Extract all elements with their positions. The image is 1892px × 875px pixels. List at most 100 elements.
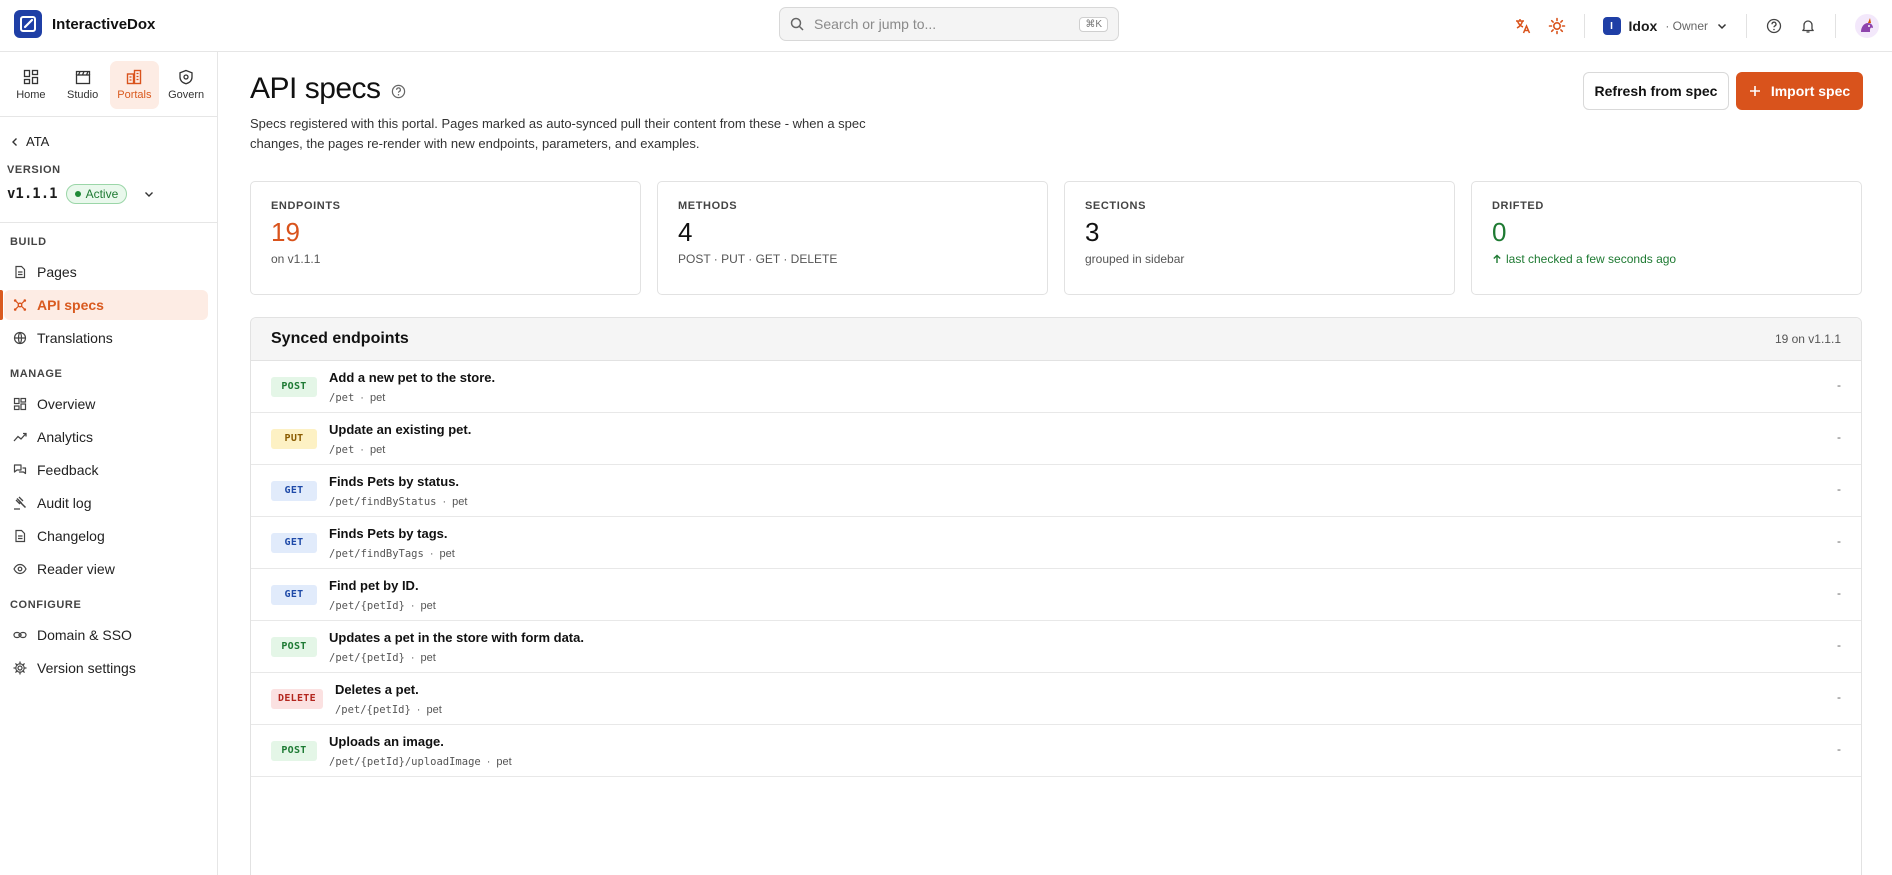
method-badge: POST xyxy=(271,740,317,761)
document-icon xyxy=(13,265,27,279)
shield-icon xyxy=(178,69,194,85)
help-icon[interactable] xyxy=(1757,9,1791,43)
version-selector[interactable]: v1.1.1 Active xyxy=(7,184,155,204)
endpoint-status: - xyxy=(1837,638,1841,652)
gavel-icon xyxy=(13,496,27,510)
import-spec-button[interactable]: Import spec xyxy=(1736,72,1863,110)
sidebar-item-domain-sso[interactable]: Domain & SSO xyxy=(4,620,208,650)
app-rail: Home Studio Portals Govern xyxy=(0,52,217,117)
sidebar-item-label: Pages xyxy=(37,264,77,280)
table-row[interactable]: GET Find pet by ID. /pet/{petId} · pet - xyxy=(251,569,1861,621)
refresh-from-spec-button[interactable]: Refresh from spec xyxy=(1583,72,1729,110)
sidebar: Home Studio Portals Govern ATA VERSION v… xyxy=(0,52,218,875)
version-label: VERSION xyxy=(7,164,61,176)
separator: · xyxy=(360,391,364,404)
stat-sub: on v1.1.1 xyxy=(271,252,321,266)
method-badge: GET xyxy=(271,532,317,553)
chevron-down-icon[interactable] xyxy=(143,188,155,200)
method-badge: GET xyxy=(271,480,317,501)
stat-sub: grouped in sidebar xyxy=(1085,252,1185,266)
sidebar-item-audit-log[interactable]: Audit log xyxy=(4,488,208,518)
rail-item-studio[interactable]: Studio xyxy=(58,61,108,109)
endpoint-status: - xyxy=(1837,378,1841,392)
table-row[interactable]: PUT Update an existing pet. /pet · pet - xyxy=(251,413,1861,465)
sidebar-item-label: Overview xyxy=(37,396,96,412)
bell-icon[interactable] xyxy=(1791,9,1825,43)
status-text: Active xyxy=(85,187,119,201)
endpoint-status: - xyxy=(1837,690,1841,704)
chevron-down-icon xyxy=(1716,20,1728,32)
gear-icon xyxy=(13,661,27,675)
rail-item-home[interactable]: Home xyxy=(6,61,56,109)
table-row[interactable]: GET Finds Pets by status. /pet/findBySta… xyxy=(251,465,1861,517)
sun-icon[interactable] xyxy=(1540,9,1574,43)
trend-line-icon xyxy=(13,430,27,444)
translate-icon[interactable] xyxy=(1506,9,1540,43)
separator: · xyxy=(416,703,421,716)
main-content: API specs Specs registered with this por… xyxy=(219,52,1892,875)
method-badge: POST xyxy=(271,376,317,397)
stat-value: 19 xyxy=(271,217,300,247)
endpoint-tag: pet xyxy=(369,443,386,456)
endpoint-status: - xyxy=(1837,482,1841,496)
endpoint-tag: pet xyxy=(452,495,468,508)
separator: · xyxy=(410,651,415,664)
back-link[interactable]: ATA xyxy=(10,134,49,149)
sidebar-item-changelog[interactable]: Changelog xyxy=(4,521,208,551)
stat-sub: POST · PUT · GET · DELETE xyxy=(678,252,838,266)
table-row[interactable]: GET Finds Pets by tags. /pet/findByTags ·… xyxy=(251,517,1861,569)
feedback-icon xyxy=(13,463,27,477)
endpoint-summary: Add a new pet to the store. xyxy=(329,369,496,385)
method-badge: DELETE xyxy=(271,688,323,709)
sidebar-item-translations[interactable]: Translations xyxy=(4,323,208,353)
sidebar-item-label: Reader view xyxy=(37,561,115,577)
sidebar-item-overview[interactable]: Overview xyxy=(4,389,208,419)
page-header: API specs xyxy=(250,72,406,106)
brand[interactable]: InteractiveDox xyxy=(14,10,155,38)
avatar[interactable] xyxy=(1852,11,1882,41)
divider xyxy=(1583,14,1585,38)
search-input[interactable]: Search or jump to... ⌘K xyxy=(779,7,1119,41)
search-icon xyxy=(790,17,804,31)
rail-item-govern[interactable]: Govern xyxy=(161,61,211,109)
endpoint-path: /pet xyxy=(329,391,355,404)
table-row[interactable]: POST Uploads an image. /pet/{petId}/uplo… xyxy=(251,725,1861,777)
method-badge: GET xyxy=(271,584,317,605)
clapperboard-icon xyxy=(75,69,91,85)
sidebar-item-version-settings[interactable]: Version settings xyxy=(4,653,208,683)
version-number: v1.1.1 xyxy=(7,186,58,202)
stat-card-endpoints: ENDPOINTS 19 on v1.1.1 xyxy=(250,181,641,295)
page-title: API specs xyxy=(250,72,381,105)
rail-item-portals[interactable]: Portals xyxy=(109,61,160,109)
sidebar-item-pages[interactable]: Pages xyxy=(4,257,208,287)
org-switcher[interactable]: I Idox · Owner xyxy=(1595,17,1736,35)
sidebar-item-api-specs[interactable]: API specs xyxy=(0,290,208,320)
arrow-up-icon xyxy=(1492,254,1502,264)
grid-icon xyxy=(13,397,27,411)
sidebar-item-label: Domain & SSO xyxy=(37,627,132,643)
sidebar-item-label: Analytics xyxy=(37,429,94,445)
endpoint-tag: pet xyxy=(420,599,436,612)
endpoints-header: Synced endpoints 19 on v1.1.1 xyxy=(251,318,1861,361)
endpoint-summary: Find pet by ID. xyxy=(329,577,419,593)
stat-sub: last checked a few seconds ago xyxy=(1506,252,1677,266)
separator: · xyxy=(360,443,364,456)
table-row[interactable]: POST Add a new pet to the store. /pet · pe… xyxy=(251,361,1861,413)
sidebar-item-analytics[interactable]: Analytics xyxy=(4,422,208,452)
sidebar-item-label: Audit log xyxy=(37,495,92,511)
help-icon[interactable] xyxy=(391,84,406,99)
section-label-build: BUILD xyxy=(10,236,47,248)
table-row[interactable]: DELETE Deletes a pet. /pet/{petId} · pet - xyxy=(251,673,1861,725)
stat-value: 0 xyxy=(1492,217,1507,247)
api-nodes-icon xyxy=(13,298,27,312)
table-row[interactable]: POST Updates a pet in the store with for… xyxy=(251,621,1861,673)
eye-icon xyxy=(13,562,27,576)
separator: · xyxy=(442,495,447,508)
sidebar-item-reader-view[interactable]: Reader view xyxy=(4,554,208,584)
section-label-manage: MANAGE xyxy=(10,368,63,380)
rail-label: Govern xyxy=(168,89,205,101)
import-spec-label: Import spec xyxy=(1770,83,1851,99)
sidebar-item-label: Version settings xyxy=(37,660,136,676)
rail-label: Home xyxy=(16,89,46,101)
sidebar-item-feedback[interactable]: Feedback xyxy=(4,455,208,485)
